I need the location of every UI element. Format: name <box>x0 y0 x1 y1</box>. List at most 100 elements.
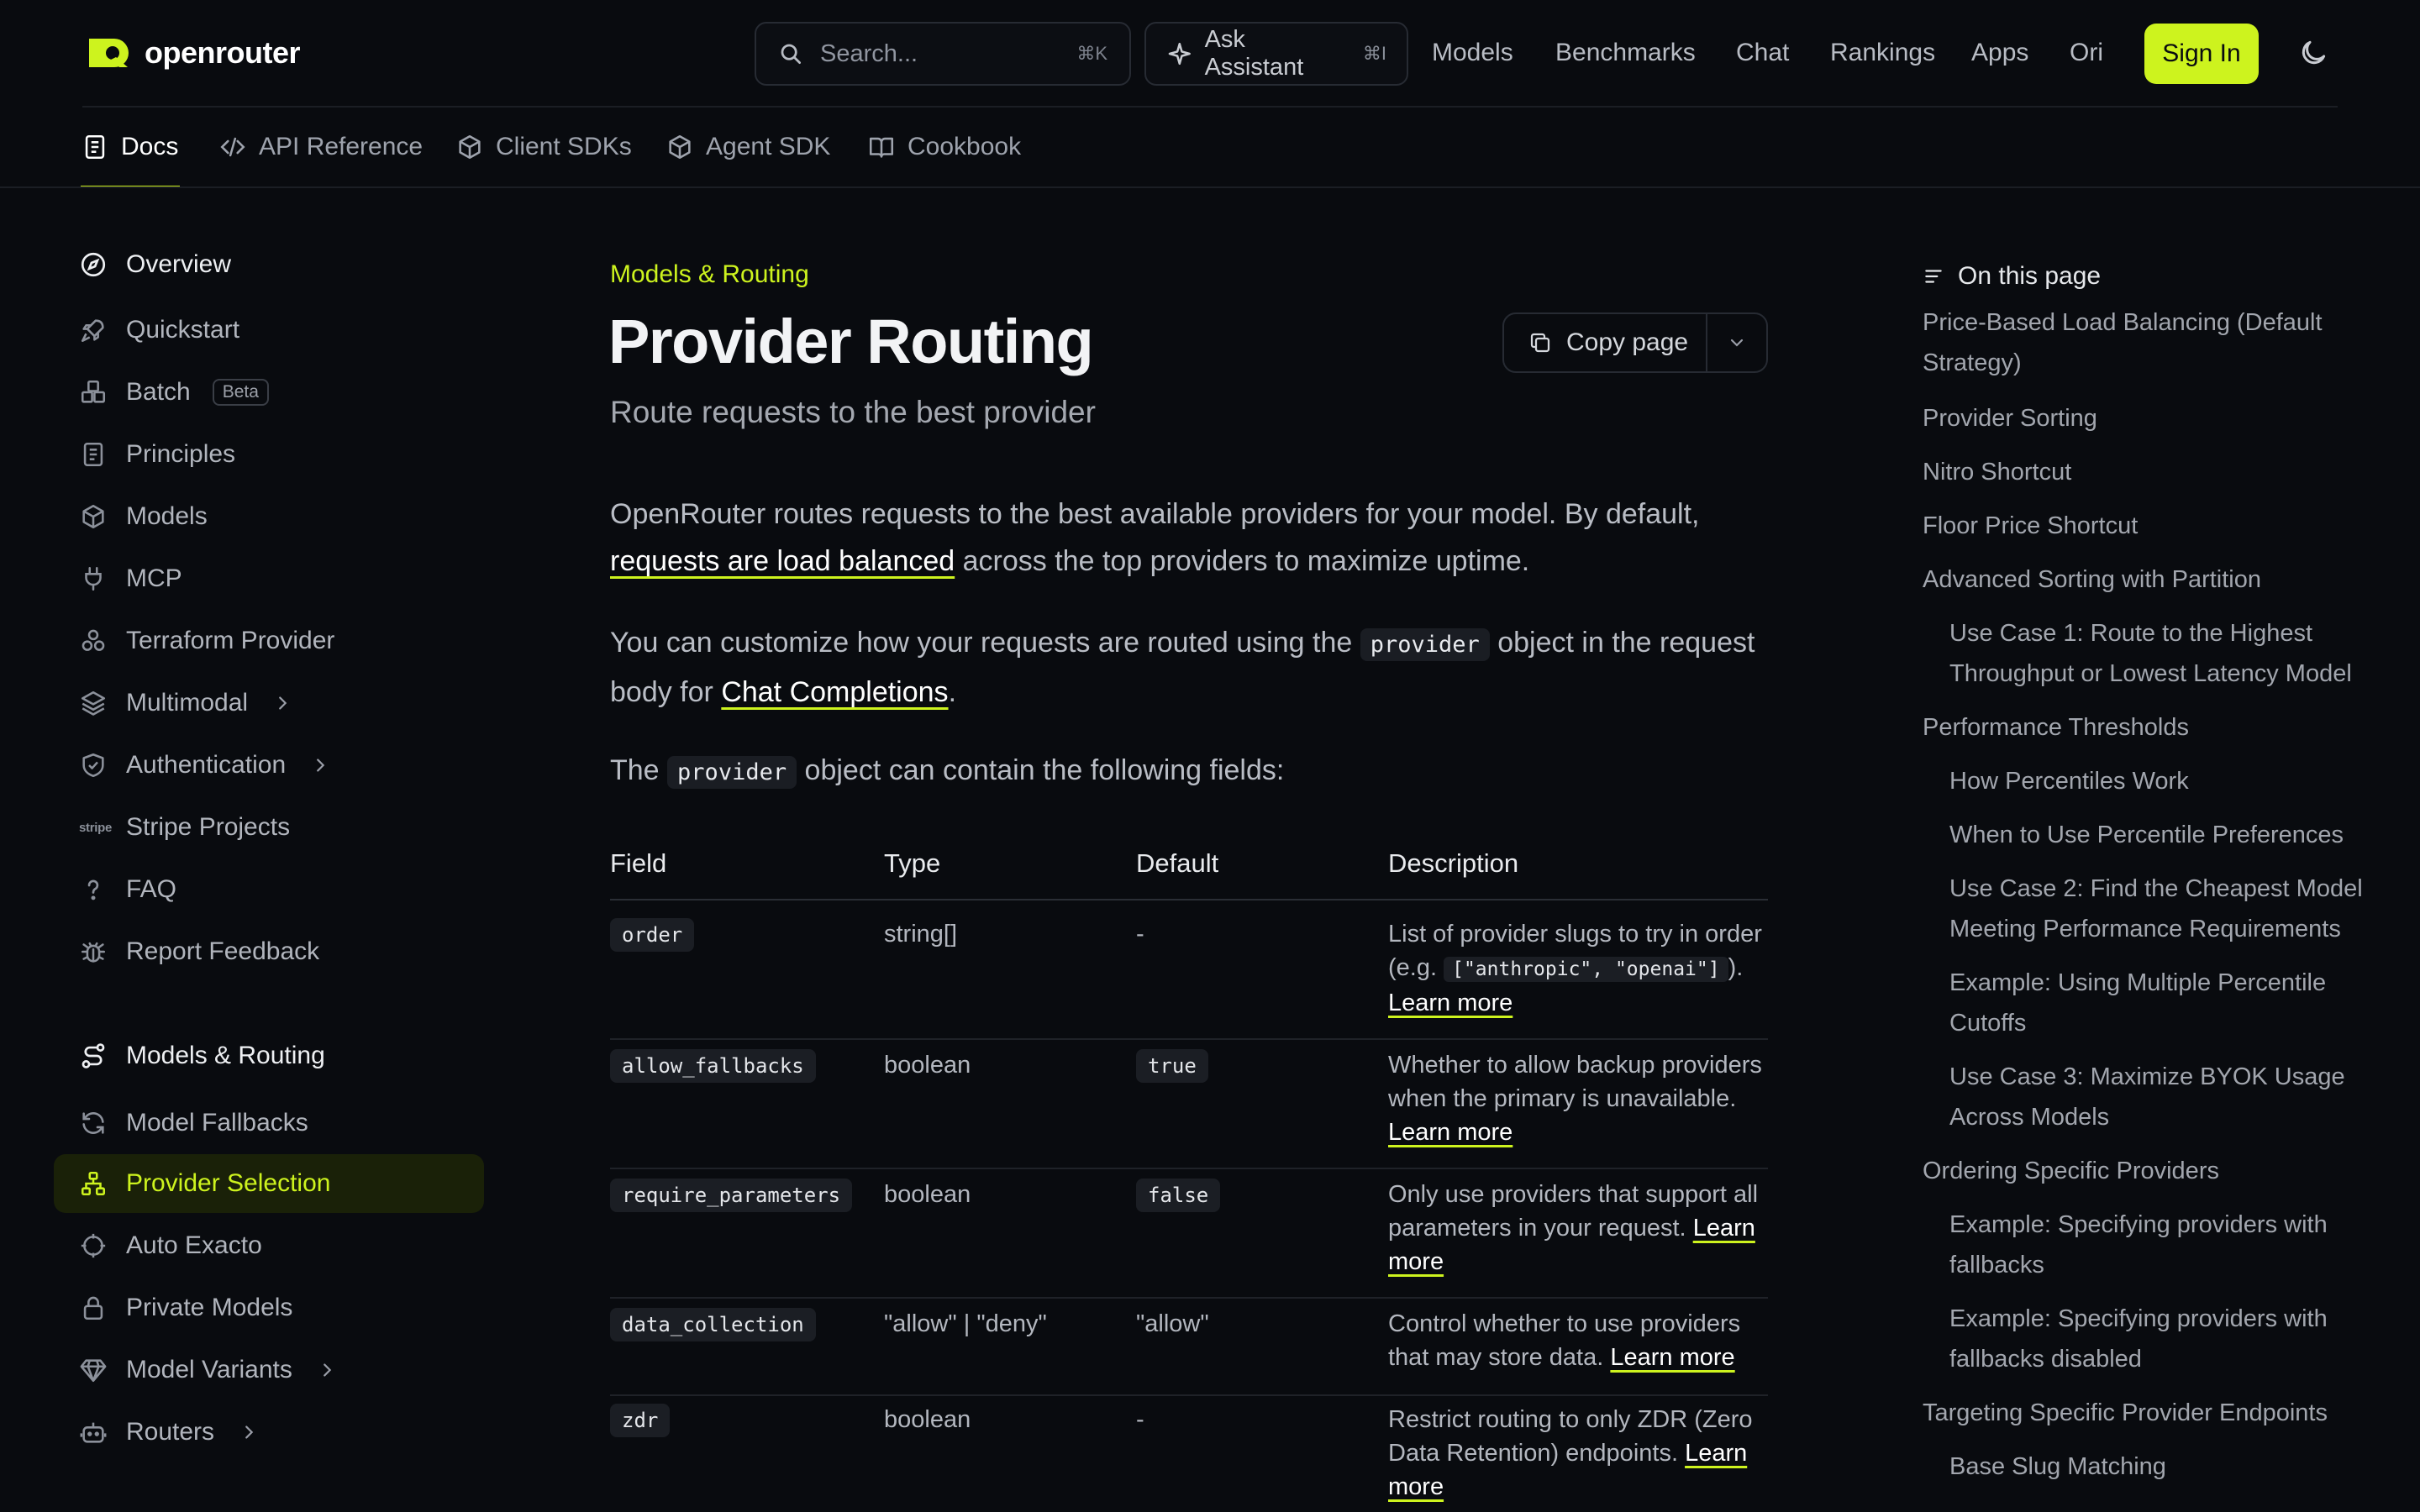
sidebar-item-model-variants[interactable]: Model Variants <box>54 1341 484 1399</box>
sparkle-icon <box>1168 42 1191 66</box>
breadcrumb[interactable]: Models & Routing <box>610 260 809 289</box>
sidebar-item-batch[interactable]: Batch Beta <box>54 363 484 422</box>
cube-icon <box>82 504 104 529</box>
sidebar-item-terraform[interactable]: Terraform Provider <box>54 612 484 670</box>
description-cell: Control whether to use providers that ma… <box>1388 1307 1768 1374</box>
sidebar-item-faq[interactable]: FAQ <box>54 860 484 919</box>
sidebar-item-report-feedback[interactable]: Report Feedback <box>54 922 484 981</box>
search-shortcut: ⌘K <box>1076 43 1107 64</box>
nav-chat[interactable]: Chat <box>1736 39 1789 67</box>
tab-label: Client SDKs <box>496 133 632 160</box>
nav-benchmarks[interactable]: Benchmarks <box>1555 39 1696 67</box>
toc-item[interactable]: Provider Sorting <box>1923 398 2376 438</box>
chevron-down-icon <box>1730 339 1744 347</box>
nav-apps[interactable]: Apps <box>1971 39 2028 67</box>
page-subtitle: Route requests to the best provider <box>610 395 1096 429</box>
tabs-divider <box>0 186 2420 188</box>
sidebar-item-routers[interactable]: Routers <box>54 1403 484 1462</box>
tab-client-sdks[interactable]: Client SDKs <box>455 126 632 188</box>
moon-icon[interactable] <box>2297 37 2329 69</box>
chevron-right-icon <box>324 1363 332 1377</box>
description-cell: Restrict routing to only ZDR (Zero Data … <box>1388 1403 1768 1504</box>
toc-item[interactable]: Ordering Specific Providers <box>1923 1151 2376 1191</box>
learn-more-link[interactable]: Learn more <box>1388 1119 1512 1146</box>
description-cell: Whether to allow backup providers when t… <box>1388 1048 1768 1149</box>
rocket-icon <box>81 319 104 343</box>
nav-rankings[interactable]: Rankings <box>1830 39 1935 67</box>
learn-more-link[interactable]: Learn more <box>1388 990 1512 1016</box>
chevron-right-icon <box>279 696 287 710</box>
nav-ori[interactable]: Ori <box>2070 39 2103 67</box>
search-input[interactable]: Search... ⌘K <box>755 22 1131 86</box>
sidebar-item-authentication[interactable]: Authentication <box>54 736 484 795</box>
logo[interactable]: openrouter <box>82 34 301 72</box>
ask-assistant-shortcut: ⌘I <box>1362 43 1386 64</box>
sidebar-item-provider-selection[interactable]: Provider Selection <box>54 1154 484 1213</box>
provider-code: provider <box>1360 628 1490 661</box>
field-cell: data_collection <box>610 1307 816 1341</box>
chevron-right-icon <box>245 1425 254 1439</box>
toc-item[interactable]: Floor Price Shortcut <box>1923 506 2376 546</box>
toc-item[interactable]: Performance Thresholds <box>1923 707 2376 748</box>
chat-completions-link[interactable]: Chat Completions <box>721 676 948 708</box>
field-cell: require_parameters <box>610 1178 853 1212</box>
field-cell: zdr <box>610 1403 671 1437</box>
bot-icon <box>80 1422 107 1443</box>
toc-item[interactable]: Price-Based Load Balancing (Default Stra… <box>1923 302 2376 383</box>
toc-subitem[interactable]: Use Case 1: Route to the Highest Through… <box>1949 613 2386 694</box>
default-cell: true <box>1136 1048 1208 1083</box>
ask-assistant-button[interactable]: Ask Assistant ⌘I <box>1144 22 1408 86</box>
sidebar-item-multimodal[interactable]: Multimodal <box>54 674 484 732</box>
search-placeholder: Search... <box>820 39 918 67</box>
toc-subitem[interactable]: Example: Using Multiple Percentile Cutof… <box>1949 963 2386 1043</box>
sidebar-item-models[interactable]: Models <box>54 487 484 546</box>
tab-label: Agent SDK <box>706 133 831 160</box>
sidebar-item-private-models[interactable]: Private Models <box>54 1278 484 1337</box>
field-name: data_collection <box>610 1308 816 1341</box>
type-cell: boolean <box>884 1181 971 1208</box>
sidebar-item-mcp[interactable]: MCP <box>54 549 484 608</box>
toc-item[interactable]: Advanced Sorting with Partition <box>1923 559 2376 600</box>
sidebar-section-models-routing[interactable]: Models & Routing <box>54 1026 484 1085</box>
type-cell: "allow" | "deny" <box>884 1310 1047 1337</box>
copy-page-dropdown[interactable] <box>1707 333 1766 353</box>
sidebar-item-label: Auto Exacto <box>126 1231 262 1259</box>
sidebar-item-principles[interactable]: Principles <box>54 425 484 484</box>
load-balanced-link[interactable]: requests are load balanced <box>610 545 955 577</box>
toc-subitem[interactable]: Base Slug Matching <box>1949 1446 2386 1487</box>
toc-subitem[interactable]: Example: Specifying providers with fallb… <box>1949 1299 2386 1379</box>
sidebar-item-label: Model Fallbacks <box>126 1109 308 1137</box>
tab-cookbook[interactable]: Cookbook <box>867 126 1021 188</box>
learn-more-link[interactable]: Learn more <box>1610 1344 1734 1371</box>
lock-icon <box>83 1296 103 1320</box>
nav-models[interactable]: Models <box>1432 39 1513 67</box>
tab-docs[interactable]: Docs <box>81 126 180 188</box>
description-cell: List of provider slugs to try in order (… <box>1388 917 1768 1020</box>
sidebar-item-auto-exacto[interactable]: Auto Exacto <box>54 1216 484 1275</box>
sidebar-item-label: Terraform Provider <box>126 627 335 654</box>
toc-subitem[interactable]: Example: Specifying providers with fallb… <box>1949 1205 2386 1285</box>
sidebar-item-stripe-projects[interactable]: stripe Stripe Projects <box>54 798 484 857</box>
toc-subitem[interactable]: How Percentiles Work <box>1949 761 2386 801</box>
toc-subitem[interactable]: Use Case 2: Find the Cheapest Model Meet… <box>1949 869 2386 949</box>
tab-api-reference[interactable]: API Reference <box>218 126 423 188</box>
copy-page-button[interactable]: Copy page <box>1502 312 1768 373</box>
sidebar-item-overview[interactable]: Overview <box>54 235 484 294</box>
toc-subitem[interactable]: When to Use Percentile Preferences <box>1949 815 2386 855</box>
sidebar-item-label: Model Variants <box>126 1356 292 1383</box>
book-icon <box>869 137 894 158</box>
sidebar-item-label: Private Models <box>126 1294 293 1321</box>
row-divider <box>610 1168 1768 1169</box>
copy-page-main[interactable]: Copy page <box>1504 328 1706 357</box>
table-header-divider <box>610 899 1768 900</box>
toc-subitem[interactable]: Use Case 3: Maximize BYOK Usage Across M… <box>1949 1057 2386 1137</box>
sidebar-item-model-fallbacks[interactable]: Model Fallbacks <box>54 1094 484 1152</box>
sign-in-button[interactable]: Sign In <box>2144 24 2259 84</box>
toc-item[interactable]: Nitro Shortcut <box>1923 452 2376 492</box>
logo-text: openrouter <box>145 35 301 70</box>
tab-agent-sdk[interactable]: Agent SDK <box>666 126 830 188</box>
row-divider <box>610 1038 1768 1040</box>
sidebar-item-quickstart[interactable]: Quickstart <box>54 301 484 360</box>
row-divider <box>610 1297 1768 1299</box>
toc-item[interactable]: Targeting Specific Provider Endpoints <box>1923 1393 2376 1433</box>
